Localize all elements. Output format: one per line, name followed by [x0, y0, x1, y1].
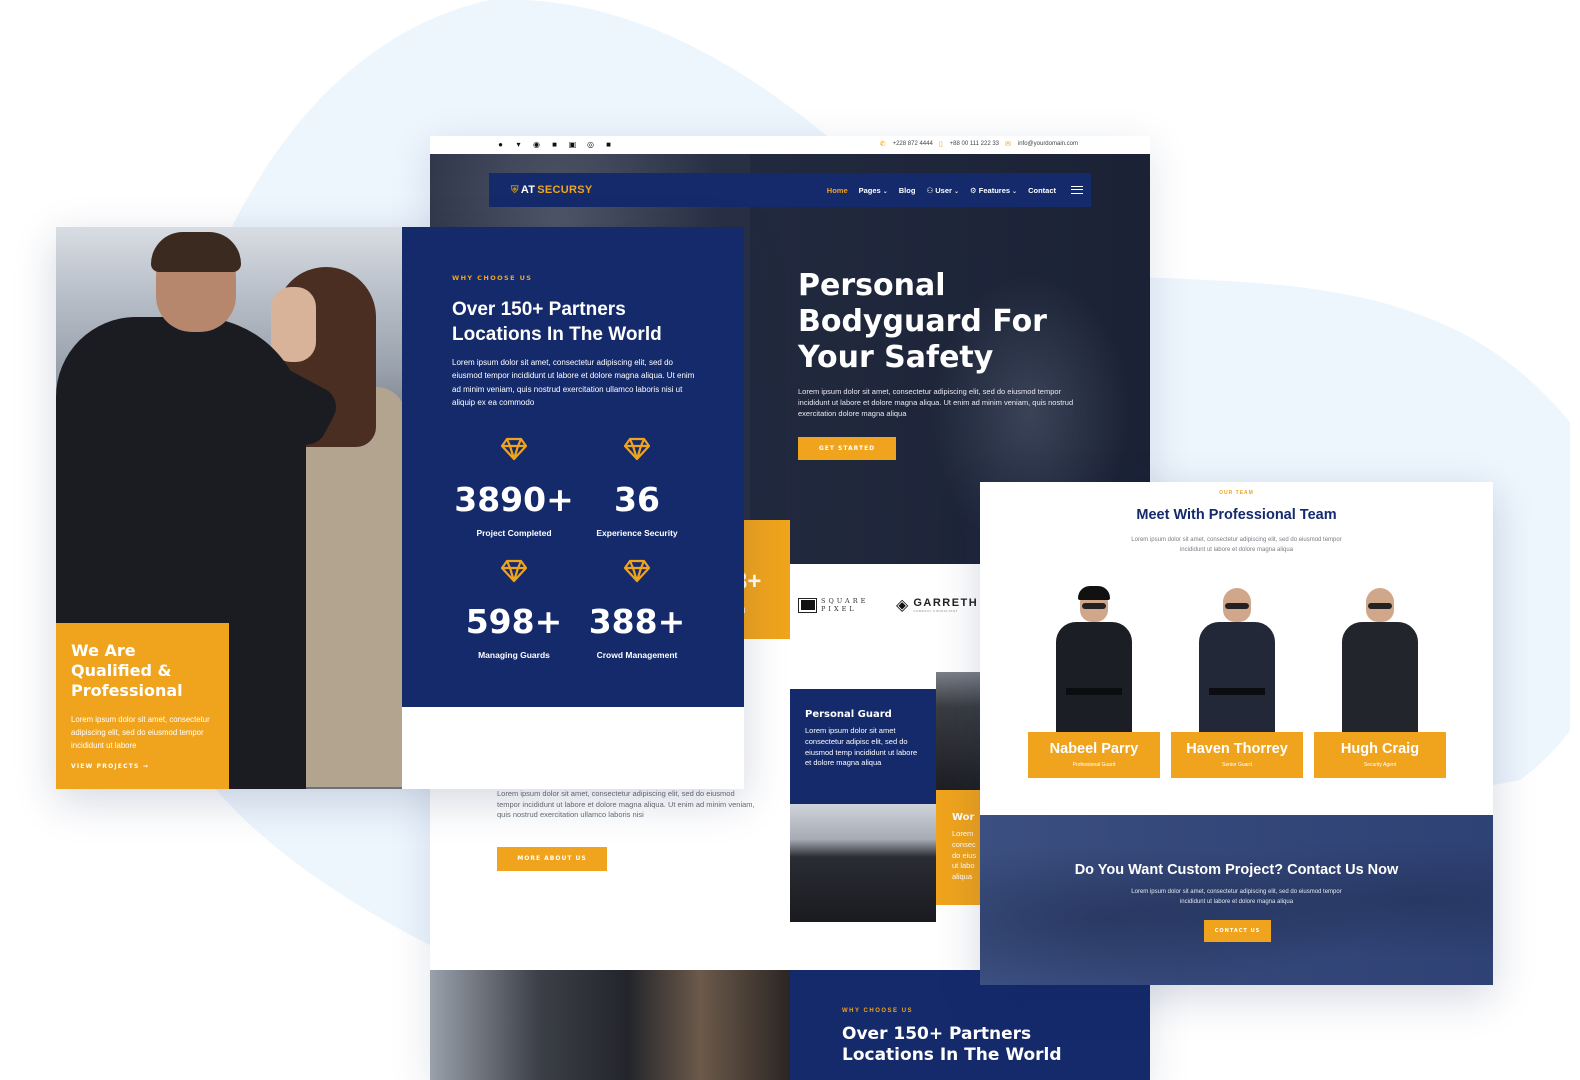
showcase-stage: ● ▾ ◉ ■ ▣ ◎ ■ ✆ +228 872 4444 ▯ +88 00 1… [0, 0, 1580, 1080]
phone-icon: ✆ [879, 141, 886, 148]
team-member-role: Professional Guard [1072, 762, 1116, 768]
team-member-card[interactable]: Hugh Craig Security Agent [1314, 582, 1446, 778]
team-member-name: Hugh Craig [1340, 741, 1420, 757]
hero-title: Personal Bodyguard For Your Safety [798, 268, 1047, 375]
why-choose-section-bottom: WHY CHOOSE US Over 150+ Partners Location… [790, 970, 1150, 1080]
linkedin-icon[interactable]: ▣ [568, 140, 577, 149]
service-card-personal-guard[interactable]: Personal Guard Lorem ipsum dolor sit ame… [790, 689, 936, 804]
section-tag: WHY CHOOSE US [452, 274, 533, 282]
flickr-icon[interactable]: ■ [604, 140, 613, 149]
pinterest-icon[interactable]: ◉ [532, 140, 541, 149]
diamond-icon [500, 559, 528, 583]
nav-menu: Home Pages ⌄ Blog ⚇ User ⌄ ⚙ Features ⌄ Con… [827, 186, 1083, 195]
nav-features[interactable]: ⚙ Features ⌄ [970, 186, 1017, 195]
view-projects-link[interactable]: VIEW PROJECTS → [71, 763, 214, 770]
shield-logo-icon: ⛨ [511, 184, 519, 196]
nav-blog[interactable]: Blog [899, 186, 916, 195]
team-title: Meet With Professional Team [1136, 507, 1337, 523]
square-pixel-logo: SQUARE PIXEL [798, 597, 868, 613]
email-link[interactable]: info@yourdomain.com [1018, 141, 1078, 147]
why-choose-preview-card: We Are Qualified & Professional Lorem ip… [56, 227, 744, 789]
why-choose-section: WHY CHOOSE US Over 150+ Partners Locatio… [402, 227, 744, 707]
team-member-name: Haven Thorrey [1186, 741, 1288, 757]
chevron-down-icon: ⌄ [953, 188, 959, 195]
mobile-icon: ▯ [938, 141, 943, 148]
team-member-name: Nabeel Parry [1049, 741, 1139, 757]
stat-item: 36 Experience Security [572, 437, 702, 538]
diamond-icon [623, 559, 651, 583]
nav-contact[interactable]: Contact [1028, 186, 1056, 195]
arrow-right-icon: → [142, 763, 150, 770]
instagram-icon[interactable]: ◎ [586, 140, 595, 149]
site-logo[interactable]: ⛨ AT SECURSY [511, 184, 593, 196]
nav-user[interactable]: ⚇ User ⌄ [926, 186, 959, 195]
team-member-photo [1056, 586, 1132, 738]
team-member-photo [1199, 588, 1275, 738]
about-description: Lorem ipsum dolor sit amet, consectetur … [497, 789, 755, 819]
gear-icon: ⚙ [969, 185, 979, 195]
nav-home[interactable]: Home [827, 186, 848, 195]
section-description: Lorem ipsum dolor sit amet, consectetur … [452, 358, 695, 407]
stat-item: 3890+ Project Completed [449, 437, 579, 538]
social-links: ● ▾ ◉ ■ ▣ ◎ ■ [496, 140, 613, 149]
team-description: Lorem ipsum dolor sit amet, consectetur … [1131, 537, 1342, 553]
user-icon: ⚇ [926, 185, 936, 195]
contact-us-button[interactable]: CONTACT US [1204, 920, 1271, 942]
team-member-role: Security Agent [1363, 762, 1397, 768]
youtube-icon[interactable]: ■ [550, 140, 559, 149]
team-member-role: Senior Guard [1222, 762, 1252, 768]
nav-pages[interactable]: Pages ⌄ [859, 186, 888, 195]
phone-secondary[interactable]: +88 00 111 222 33 [950, 141, 999, 147]
garreth-logo: ◈ GARRETH COMPANY CONSULTANT [896, 597, 979, 614]
service-photo-bodyguards [790, 804, 936, 922]
team-preview-card: OUR TEAM Meet With Professional Team Lor… [980, 482, 1493, 985]
stat-item: 388+ Crowd Management [572, 559, 702, 660]
cta-description: Lorem ipsum dolor sit amet, consectetur … [1131, 889, 1342, 905]
facebook-icon[interactable]: ● [496, 140, 505, 149]
contact-cta-section: Do You Want Custom Project? Contact Us N… [980, 815, 1493, 985]
layers-icon: ◈ [896, 597, 909, 614]
qualified-description: Lorem ipsum dolor sit amet, consectetur … [71, 715, 210, 750]
qualified-title: We Are Qualified & Professional [71, 641, 183, 700]
hamburger-menu-icon[interactable] [1071, 186, 1083, 194]
chevron-down-icon: ⌄ [882, 188, 888, 195]
main-navbar: ⛨ AT SECURSY Home Pages ⌄ Blog ⚇ User ⌄ ⚙ … [489, 173, 1091, 207]
stat-item: 598+ Managing Guards [449, 559, 579, 660]
diamond-icon [500, 437, 528, 461]
why-choose-photo [430, 970, 790, 1080]
team-tag: OUR TEAM [1219, 490, 1254, 496]
twitter-icon[interactable]: ▾ [514, 140, 523, 149]
qualified-box: We Are Qualified & Professional Lorem ip… [56, 623, 229, 789]
more-about-us-button[interactable]: MORE ABOUT US [497, 847, 607, 871]
team-member-card[interactable]: Nabeel Parry Professional Guard [1028, 582, 1160, 778]
hero-description: Lorem ipsum dolor sit amet, consectetur … [798, 387, 1074, 418]
contact-info: ✆ +228 872 4444 ▯ +88 00 111 222 33 ✉ in… [880, 140, 1078, 148]
top-bar: ● ▾ ◉ ■ ▣ ◎ ■ ✆ +228 872 4444 ▯ +88 00 1… [430, 136, 1150, 154]
section-title: Over 150+ Partners Locations In The Worl… [452, 299, 662, 345]
team-member-card[interactable]: Haven Thorrey Senior Guard [1171, 582, 1303, 778]
diamond-icon [623, 437, 651, 461]
email-icon: ✉ [1005, 141, 1011, 148]
get-started-button[interactable]: GET STARTED [798, 437, 896, 460]
team-member-photo [1342, 588, 1418, 738]
phone-primary[interactable]: +228 872 4444 [893, 141, 933, 147]
chevron-down-icon: ⌄ [1012, 188, 1018, 195]
cta-title: Do You Want Custom Project? Contact Us N… [1074, 862, 1399, 878]
